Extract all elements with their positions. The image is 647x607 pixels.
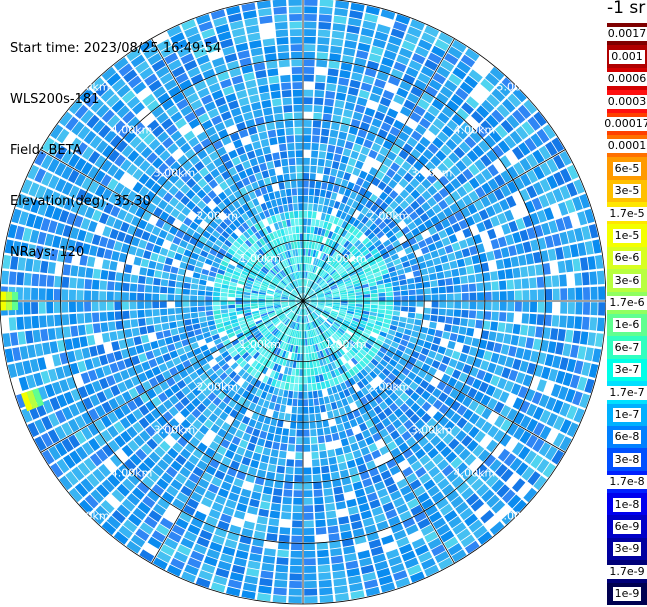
- colorbar-tick-label: 1.7e-9: [607, 564, 647, 579]
- colorbar-swatch: 1e-6: [607, 314, 647, 337]
- field-text: Field: BETA: [10, 143, 82, 158]
- colorbar-tick-label: 3e-6: [612, 273, 642, 288]
- colorbar-swatch: 1.7e-5: [607, 202, 647, 225]
- colorbar-tick-label: 3e-8: [612, 452, 642, 467]
- ring-label: 1.00km: [239, 338, 281, 351]
- colorbar-swatch: 6e-8: [607, 425, 647, 449]
- ring-label: 5.00km: [496, 509, 538, 522]
- colorbar-swatch: 0.0006: [605, 67, 647, 91]
- scan-info: Start time: 2023/08/25 16:49:54 WLS200s-…: [10, 6, 221, 278]
- colorbar-tick-label: 6e-8: [612, 430, 642, 445]
- colorbar-swatch: 3e-6: [607, 269, 647, 293]
- colorbar-swatch: 1e-9: [607, 582, 647, 606]
- ring-label: 2.00km: [368, 209, 410, 222]
- ring-label: 4.00km: [454, 466, 496, 479]
- ring-label: 3.00km: [411, 424, 453, 437]
- ring-label: 1.00km: [325, 252, 367, 265]
- ring-label: 2.00km: [197, 381, 239, 394]
- colorbar-swatch: 3e-9: [607, 537, 647, 561]
- colorbar-tick-label: 6e-5: [612, 161, 642, 176]
- colorbar-swatch: 6e-9: [607, 515, 647, 539]
- ring-label: 3.00km: [154, 424, 196, 437]
- colorbar-tick-label: 0.001: [609, 49, 645, 64]
- colorbar-swatch: 1.7e-6: [607, 291, 647, 315]
- colorbar-swatch: 1.7e-7: [607, 381, 647, 405]
- colorbar-tick-label: 6e-9: [612, 519, 642, 534]
- colorbar-tick-label: 0.0003: [605, 94, 647, 109]
- colorbar-tick-label: 1e-8: [612, 497, 642, 512]
- colorbar-swatch: 1e-8: [607, 493, 647, 516]
- colorbar-tick-label: 0.0017: [605, 27, 647, 42]
- colorbar-tick-label: 1e-6: [612, 318, 642, 333]
- colorbar-swatch: 0.0017: [605, 23, 647, 46]
- colorbar-tick-label: 3e-5: [612, 184, 642, 199]
- colorbar-tick-label: 1.7e-7: [607, 385, 647, 400]
- colorbar-swatch: 1.7e-9: [607, 560, 647, 584]
- ring-label: 4.00km: [111, 466, 153, 479]
- colorbar-tick-label: 0.0001: [605, 139, 647, 154]
- ring-label: 2.00km: [368, 381, 410, 394]
- colorbar-swatch: 1.7e-8: [607, 470, 647, 494]
- elevation-text: Elevation(deg): 35.30: [10, 194, 151, 209]
- colorbar-swatch: 0.00017: [602, 112, 647, 136]
- colorbar-swatch: 1e-5: [607, 224, 647, 248]
- ring-label: 4.00km: [454, 124, 496, 137]
- colorbar-tick-label: 3e-7: [612, 363, 642, 378]
- ring-label: 5.00km: [496, 81, 538, 94]
- colorbar-tick-label: 1e-7: [612, 407, 642, 422]
- colorbar-swatch: 3e-7: [607, 358, 647, 382]
- colorbar-swatch: 3e-5: [607, 179, 647, 203]
- colorbar-swatch: 1e-7: [607, 403, 647, 427]
- ring-label: 1.00km: [325, 338, 367, 351]
- ring-label: 1.00km: [239, 252, 281, 265]
- colorbar-swatch: 0.001: [607, 45, 647, 69]
- ring-label: 5.00km: [68, 509, 110, 522]
- colorbar-tick-label: 0.0006: [605, 72, 647, 87]
- colorbar-tick-label: 0.00017: [602, 116, 647, 131]
- colorbar-swatch: 3e-8: [607, 448, 647, 472]
- colorbar-tick-label: 6e-7: [612, 340, 642, 355]
- colorbar-tick-label: 1.7e-6: [607, 296, 647, 311]
- colorbar-tick-label: 3e-9: [612, 542, 642, 557]
- ring-label: 3.00km: [411, 166, 453, 179]
- colorbar-swatch: 6e-7: [607, 336, 647, 360]
- colorbar-swatch: 0.0001: [605, 134, 647, 158]
- instrument-text: WLS200s-181: [10, 92, 100, 107]
- start-time-text: Start time: 2023/08/25 16:49:54: [10, 41, 222, 56]
- colorbar-swatch: 0.0003: [605, 90, 647, 114]
- colorbar-tick-label: 1.7e-5: [607, 206, 647, 221]
- colorbar-tick-label: 1e-9: [612, 587, 642, 602]
- nrays-text: NRays: 120: [10, 245, 85, 260]
- colorbar-tick-label: 6e-6: [612, 251, 642, 266]
- colorbar-swatch: 6e-6: [607, 246, 647, 270]
- colorbar-tick-label: 1e-5: [612, 228, 642, 243]
- colorbar-swatch: 6e-5: [607, 157, 647, 181]
- colorbar-tick-label: 1.7e-8: [607, 475, 647, 490]
